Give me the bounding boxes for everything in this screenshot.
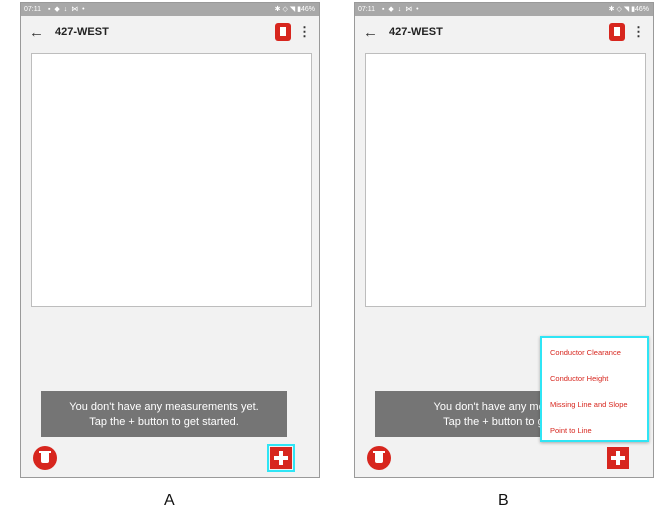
- status-bar: 07:11 ▪ ◆ ↓ ⋈ • ✱ ◇ ◥ ▮46%: [355, 3, 653, 16]
- menu-item-conductor-height[interactable]: Conductor Height: [550, 374, 608, 383]
- toast-line-2: Tap the + button to get started.: [89, 416, 239, 428]
- add-button[interactable]: [607, 447, 629, 469]
- empty-toast: You don't have any measurements yet. Tap…: [41, 391, 287, 437]
- menu-item-missing-line-slope[interactable]: Missing Line and Slope: [550, 400, 628, 409]
- measurement-type-menu: Conductor Clearance Conductor Height Mis…: [540, 336, 649, 442]
- more-vert-icon[interactable]: ⋮: [632, 25, 645, 39]
- page-title: 427-WEST: [389, 26, 443, 38]
- clipboard-icon[interactable]: [275, 23, 291, 41]
- trash-icon[interactable]: [367, 446, 391, 470]
- app-bar: ← 427-WEST ⋮: [355, 16, 653, 52]
- measurement-panel: [365, 53, 646, 307]
- menu-item-conductor-clearance[interactable]: Conductor Clearance: [550, 348, 621, 357]
- status-time: 07:11: [358, 6, 375, 13]
- clipboard-icon[interactable]: [609, 23, 625, 41]
- measurement-panel: [31, 53, 312, 307]
- app-bar: ← 427-WEST ⋮: [21, 16, 319, 52]
- back-arrow-icon[interactable]: ←: [363, 24, 378, 42]
- back-arrow-icon[interactable]: ←: [29, 24, 44, 42]
- status-icons: ▪ ◆ ↓ ⋈ •: [48, 6, 86, 13]
- phone-screen-a: 07:11 ▪ ◆ ↓ ⋈ • ✱ ◇ ◥ ▮46% ← 427-WEST ⋮ …: [20, 2, 320, 478]
- caption-a: A: [164, 492, 175, 509]
- status-right: ✱ ◇ ◥ ▮46%: [274, 6, 315, 13]
- caption-b: B: [498, 492, 509, 509]
- phone-screen-b: 07:11 ▪ ◆ ↓ ⋈ • ✱ ◇ ◥ ▮46% ← 427-WEST ⋮ …: [354, 2, 654, 478]
- page-title: 427-WEST: [55, 26, 109, 38]
- toast-line-1: You don't have any measurements yet.: [69, 401, 259, 413]
- status-time: 07:11: [24, 6, 41, 13]
- menu-item-point-to-line[interactable]: Point to Line: [550, 426, 592, 435]
- add-button[interactable]: [270, 447, 292, 469]
- status-bar: 07:11 ▪ ◆ ↓ ⋈ • ✱ ◇ ◥ ▮46%: [21, 3, 319, 16]
- status-right: ✱ ◇ ◥ ▮46%: [608, 6, 649, 13]
- trash-icon[interactable]: [33, 446, 57, 470]
- status-icons: ▪ ◆ ↓ ⋈ •: [382, 6, 420, 13]
- more-vert-icon[interactable]: ⋮: [298, 25, 311, 39]
